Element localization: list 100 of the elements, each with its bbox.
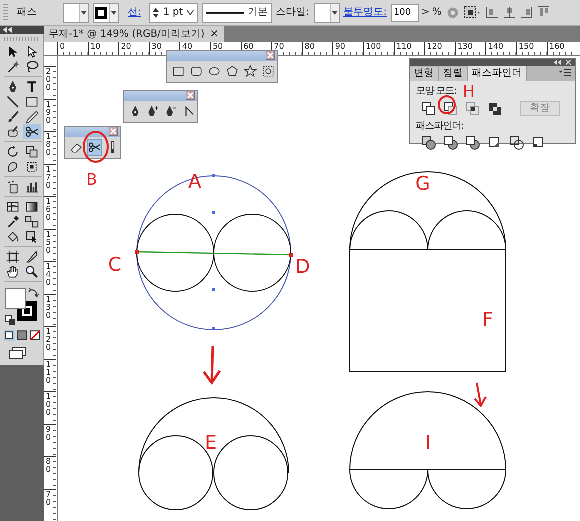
close-icon[interactable] bbox=[266, 51, 275, 60]
stroke-line-icon bbox=[206, 10, 244, 14]
opacity-link[interactable]: 불투명도: bbox=[344, 5, 387, 20]
fill-swatch[interactable] bbox=[63, 2, 89, 22]
down-arrow bbox=[474, 382, 487, 408]
eyedropper-icon bbox=[6, 214, 20, 228]
close-icon[interactable] bbox=[109, 127, 118, 136]
ruler-number: 70 bbox=[44, 488, 56, 521]
blend-icon bbox=[25, 214, 39, 228]
flare-tool[interactable] bbox=[262, 64, 275, 79]
pencil-tool[interactable] bbox=[23, 109, 41, 124]
swap-icon[interactable] bbox=[28, 288, 40, 298]
flare-icon bbox=[262, 65, 275, 78]
rectangle-icon bbox=[172, 65, 185, 78]
stroke-weight-field[interactable]: 1 pt bbox=[149, 2, 198, 22]
hand-icon bbox=[6, 264, 20, 278]
panel-tab[interactable]: 변형 bbox=[410, 67, 439, 81]
recolor-icon[interactable] bbox=[446, 6, 460, 20]
rectangle-tool[interactable] bbox=[172, 64, 185, 79]
scissors-icon bbox=[88, 141, 101, 154]
screen-mode-icon[interactable] bbox=[9, 346, 27, 359]
ruler-number: 90 bbox=[44, 424, 56, 456]
blend-tool[interactable] bbox=[23, 214, 41, 229]
artboard-tool[interactable] bbox=[4, 249, 22, 264]
polygon-icon bbox=[226, 65, 239, 78]
align-grid-icon[interactable] bbox=[464, 6, 482, 20]
down-arrow bbox=[202, 346, 222, 386]
spinner-arrows-icon[interactable] bbox=[153, 6, 160, 18]
divide-icon[interactable] bbox=[422, 136, 436, 150]
convert-anchor-point-tool[interactable] bbox=[183, 104, 196, 119]
dropdown-caret-icon bbox=[332, 10, 338, 14]
gradient-icon bbox=[25, 200, 39, 214]
ruler-number: 80 bbox=[302, 42, 332, 55]
zoom-icon bbox=[25, 264, 39, 278]
polygon-tool[interactable] bbox=[226, 64, 239, 79]
opacity-field[interactable]: 100 bbox=[390, 4, 419, 22]
blob-brush-icon bbox=[6, 124, 20, 138]
live-paint-selection-icon bbox=[25, 230, 39, 244]
close-icon[interactable] bbox=[186, 91, 195, 100]
color-mode-icon[interactable] bbox=[4, 330, 15, 340]
crop-icon[interactable] bbox=[488, 136, 502, 150]
exclude-icon[interactable] bbox=[488, 102, 502, 116]
panel-label: 패스 bbox=[17, 6, 37, 20]
ruler-number: 190 bbox=[44, 98, 56, 131]
annotation-letter: H bbox=[462, 82, 476, 101]
scissors-tool[interactable] bbox=[88, 140, 101, 155]
percent-unit: % bbox=[432, 6, 442, 20]
tab-close-button[interactable]: × bbox=[210, 29, 220, 39]
direct-selection-arrow-icon bbox=[25, 44, 39, 58]
type-icon bbox=[25, 80, 39, 94]
merge-icon[interactable] bbox=[466, 136, 480, 150]
scissors-tool[interactable] bbox=[23, 124, 41, 139]
outline-icon[interactable] bbox=[510, 136, 524, 150]
mesh-icon bbox=[6, 200, 20, 214]
align-left-icon[interactable] bbox=[486, 6, 499, 19]
symbol-sprayer-icon bbox=[6, 180, 20, 194]
annotation-letter: C bbox=[108, 254, 122, 276]
ellipse-icon bbox=[208, 65, 221, 78]
style-label: 스타일: bbox=[276, 6, 310, 20]
ruler-number: 90 bbox=[332, 42, 363, 55]
star-tool[interactable] bbox=[244, 64, 257, 79]
add-anchor-point-tool[interactable] bbox=[147, 104, 160, 119]
intersect-icon[interactable] bbox=[466, 102, 480, 116]
convert-anchor-point-icon bbox=[183, 105, 196, 118]
panel-menu-icon[interactable] bbox=[559, 69, 571, 77]
panel-tab[interactable]: 패스파인더 bbox=[468, 66, 527, 81]
annotation-letter: E bbox=[205, 432, 217, 454]
align-center-icon[interactable] bbox=[502, 6, 516, 19]
stroke-profile-dropdown[interactable]: 기본 bbox=[202, 2, 272, 22]
ruler-number: 130 bbox=[44, 294, 56, 326]
line-icon bbox=[6, 94, 20, 108]
minus-front-icon[interactable] bbox=[444, 102, 458, 116]
dropdown-caret-icon bbox=[111, 10, 117, 14]
free-transform-icon bbox=[25, 160, 39, 174]
fill-color-swatch[interactable] bbox=[6, 288, 26, 310]
add-anchor-point-icon bbox=[147, 105, 160, 118]
star-icon bbox=[244, 65, 257, 78]
default-colors-icon[interactable] bbox=[6, 316, 15, 325]
annotation-letter: G bbox=[416, 173, 430, 195]
gradient-mode-icon[interactable] bbox=[17, 330, 28, 340]
section-label: 모양 모드: bbox=[416, 86, 457, 97]
panel-tab[interactable]: 정렬 bbox=[439, 67, 468, 81]
ruler-number: 150 bbox=[44, 228, 56, 261]
highlight-circle bbox=[438, 96, 456, 114]
document-tab[interactable]: 무제-1* @ 149% (RGB/미리보기) × bbox=[44, 26, 224, 42]
ruler-number: 140 bbox=[44, 261, 56, 294]
stroke-link[interactable]: 선: bbox=[128, 5, 142, 20]
opacity-slider-button[interactable]: > bbox=[421, 5, 430, 20]
minus-back-icon[interactable] bbox=[532, 136, 546, 150]
delete-anchor-point-tool[interactable] bbox=[165, 104, 178, 119]
stroke-swatch[interactable] bbox=[93, 2, 119, 22]
ruler-number: 160 bbox=[44, 196, 56, 228]
align-top-icon[interactable] bbox=[536, 6, 550, 19]
pencil-icon bbox=[25, 110, 39, 124]
none-mode-icon[interactable] bbox=[30, 330, 42, 340]
warp-icon bbox=[6, 160, 20, 174]
rounded-rectangle-tool[interactable] bbox=[190, 64, 203, 79]
style-swatch[interactable] bbox=[314, 2, 340, 22]
unite-icon[interactable] bbox=[422, 102, 436, 116]
align-right-icon[interactable] bbox=[520, 6, 533, 19]
